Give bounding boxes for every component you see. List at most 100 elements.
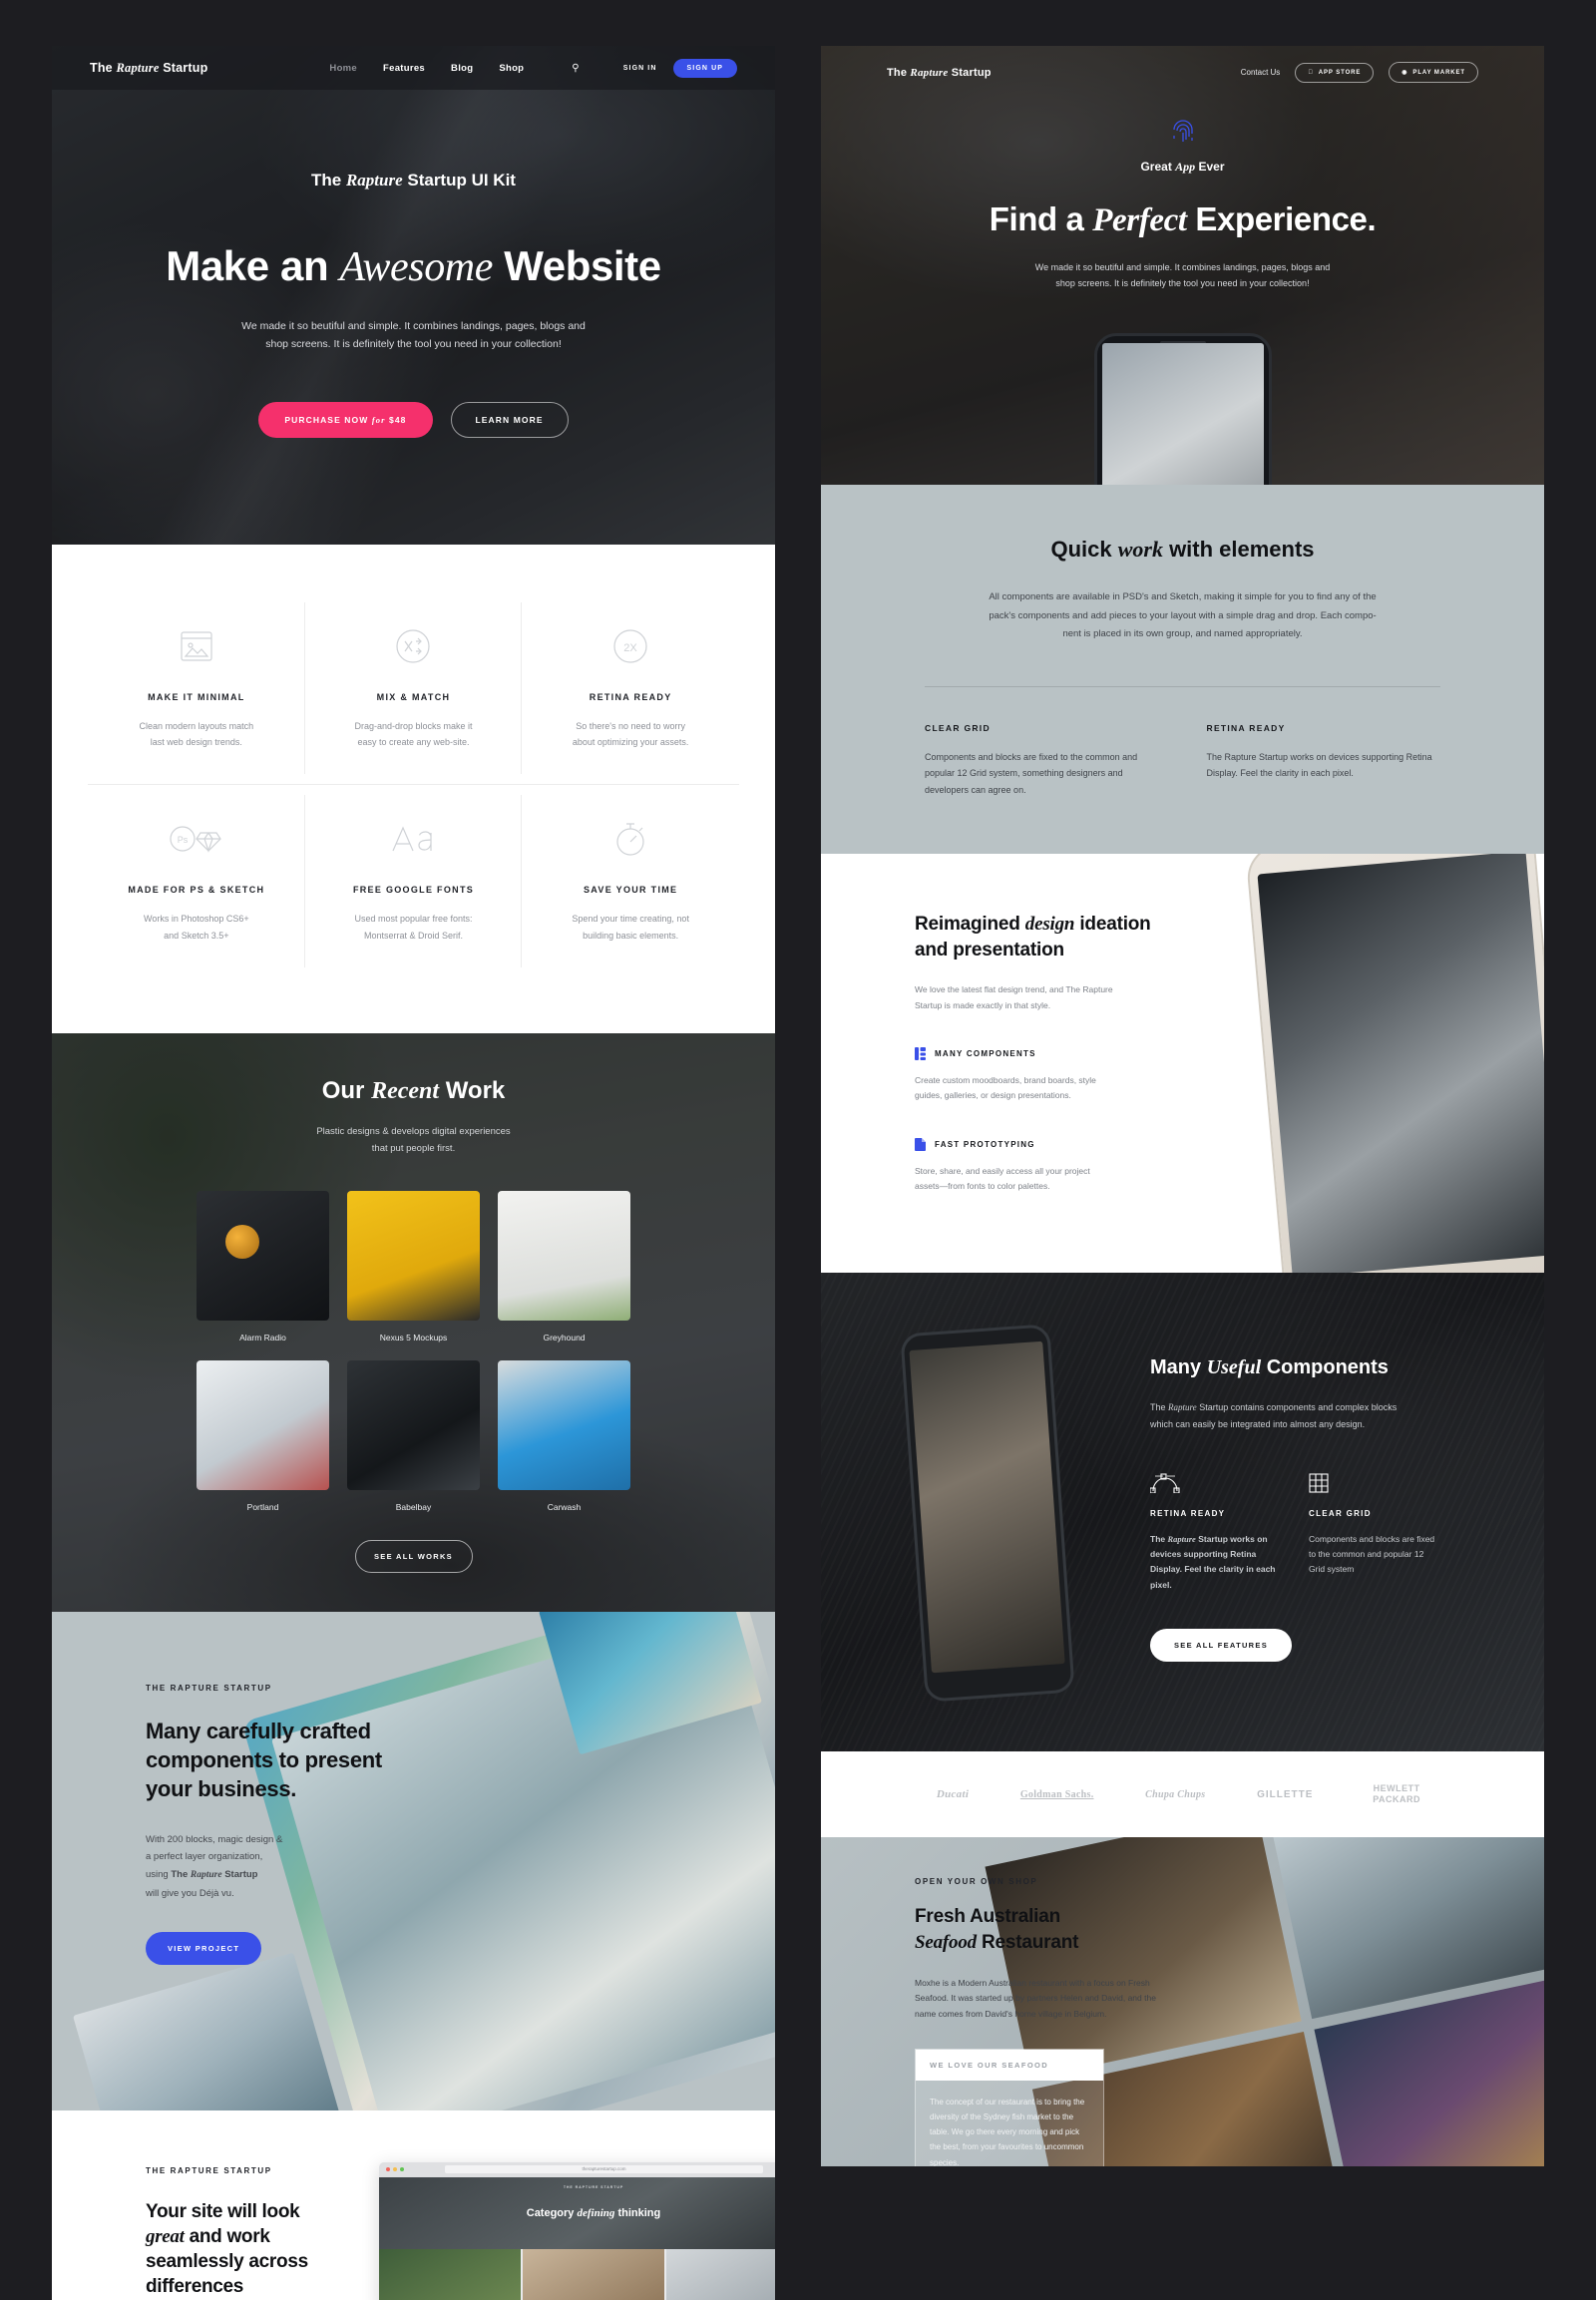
nav-item-home[interactable]: Home xyxy=(329,63,357,74)
portfolio-item[interactable]: Alarm Radio xyxy=(197,1190,329,1342)
feature-card[interactable]: SAVE YOUR TIME Spend your time creating,… xyxy=(522,785,739,976)
feature-desc: Works in Photoshop CS6+ and Sketch 3.5+ xyxy=(110,911,283,943)
bezier-curve-icon xyxy=(1149,1473,1283,1494)
portfolio-item[interactable]: Babelbay xyxy=(347,1359,480,1512)
crafted-body-l1: With 200 blocks, magic design & xyxy=(146,1833,283,1845)
purchase-now-button[interactable]: PURCHASE NOW for $48 xyxy=(258,401,433,438)
nav-auth-group: SIGN IN SIGN UP xyxy=(623,58,737,78)
responsive-section: THE RAPTURE STARTUP Your site will look … xyxy=(52,2109,775,2300)
crafted-l3-em: The xyxy=(171,1868,191,1880)
feature-desc-l2: and Sketch 3.5+ xyxy=(164,930,229,941)
reimagined-text-block: Reimagined design ideation and presentat… xyxy=(915,912,1179,1194)
main-navbar: The Rapture Startup Home Features Blog S… xyxy=(52,46,775,90)
nav-item-features[interactable]: Features xyxy=(383,63,425,74)
logo2-pre: The xyxy=(887,66,911,79)
portfolio-item[interactable]: Carwash xyxy=(498,1359,630,1512)
right-page-column: The Rapture Startup Contact Us  APP STO… xyxy=(821,46,1544,2167)
components-panel-icon xyxy=(915,1046,926,1060)
feature-card[interactable]: Ps MADE FOR PS & SKETCH Works in Photosh… xyxy=(88,785,305,976)
feature-desc-l1: So there's no need to worry xyxy=(576,721,686,731)
useful-column: CLEAR GRID Components and blocks are fix… xyxy=(1309,1473,1441,1593)
reimagined-feature: MANY COMPONENTS Create custom moodboards… xyxy=(915,1046,1179,1104)
work-subtitle-l2: that put people first. xyxy=(371,1142,456,1154)
portfolio-caption: Babelbay xyxy=(395,1501,432,1512)
features-grid-row-2: Ps MADE FOR PS & SKETCH Works in Photosh… xyxy=(88,785,739,976)
sign-up-button[interactable]: SIGN UP xyxy=(672,58,737,78)
reimagined-design-section: Reimagined design ideation and presentat… xyxy=(821,854,1544,1274)
see-all-works-button[interactable]: SEE ALL WORKS xyxy=(354,1539,473,1573)
seafood-body-l2: Seafood. It was started up by partners H… xyxy=(915,1993,1156,2004)
logo2-post: Startup xyxy=(948,66,992,79)
quick-columns: CLEAR GRID Components and blocks are fix… xyxy=(925,723,1440,799)
useful-col-text: The Rapture Startup works on devices sup… xyxy=(1150,1532,1283,1593)
document-icon xyxy=(915,1137,926,1151)
quick-column: CLEAR GRID Components and blocks are fix… xyxy=(925,723,1159,799)
browser-thumb xyxy=(666,2248,775,2300)
feature-card[interactable]: MAKE IT MINIMAL Clean modern layouts mat… xyxy=(88,592,305,786)
svg-text:Ps: Ps xyxy=(178,835,189,845)
feature-desc-l2: about optimizing your assets. xyxy=(572,737,689,748)
features-section: MAKE IT MINIMAL Clean modern layouts mat… xyxy=(52,545,775,1033)
browser-url-bar[interactable]: therapturestartup.com xyxy=(445,2165,763,2174)
feature-card[interactable]: MIX & MATCH Drag-and-drop blocks make it… xyxy=(304,592,523,786)
portfolio-item[interactable]: Greyhound xyxy=(498,1190,630,1342)
browser-maximize-dot[interactable] xyxy=(400,2167,404,2172)
contact-us-link[interactable]: Contact Us xyxy=(1241,68,1281,77)
seafood-title-l1: Fresh Australian xyxy=(915,1906,1061,1928)
logo2-em: Rapture xyxy=(910,66,949,79)
nav-item-shop[interactable]: Shop xyxy=(499,63,524,74)
useful-body-l2: which can easily be integrated into almo… xyxy=(1150,1419,1366,1430)
learn-more-button[interactable]: LEARN MORE xyxy=(450,401,569,438)
feature-card[interactable]: 2X RETINA READY So there's no need to wo… xyxy=(522,592,739,786)
nav-item-blog[interactable]: Blog xyxy=(451,63,473,74)
phone-mockup-hero xyxy=(1093,333,1272,485)
hero-section-perfect-experience: The Rapture Startup Contact Us  APP STO… xyxy=(821,46,1544,485)
app-nav-actions: Contact Us  APP STORE ◉ PLAY MARKET xyxy=(1241,62,1478,83)
app-navbar: The Rapture Startup Contact Us  APP STO… xyxy=(821,62,1544,83)
feature-card[interactable]: FREE GOOGLE FONTS Used most popular free… xyxy=(305,785,523,976)
view-project-button[interactable]: VIEW PROJECT xyxy=(146,1932,262,1966)
feature-title: FREE GOOGLE FONTS xyxy=(352,885,475,896)
browser-minimize-dot[interactable] xyxy=(393,2167,397,2172)
useful-col-title: CLEAR GRID xyxy=(1309,1508,1372,1518)
feature-desc: Clean modern layouts match last web desi… xyxy=(110,718,283,750)
seafood-eyebrow: OPEN YOUR OWN SHOP xyxy=(915,1877,1038,1887)
quick-title-post: with elements xyxy=(1162,537,1315,562)
hero2-subtitle: We made it so beutiful and simple. It co… xyxy=(821,259,1544,291)
portfolio-grid: Alarm Radio Nexus 5 Mockups Greyhound Po… xyxy=(52,1190,775,1512)
logo-chupa-chups: Chupa Chups xyxy=(1145,1788,1206,1800)
hero-kicker-em: Rapture xyxy=(345,171,403,190)
shuffle-circle-icon xyxy=(327,622,501,670)
quick-col-text: Components and blocks are fixed to the c… xyxy=(925,751,1138,795)
portfolio-item[interactable]: Nexus 5 Mockups xyxy=(347,1190,480,1342)
app-store-button[interactable]:  APP STORE xyxy=(1295,62,1375,83)
reimagined-body: We love the latest flat design trend, an… xyxy=(915,982,1179,1013)
see-all-features-button[interactable]: SEE ALL FEATURES xyxy=(1150,1628,1293,1662)
purchase-label-em: for xyxy=(371,414,386,425)
feature-desc: Used most popular free fonts: Montserrat… xyxy=(327,911,501,943)
reimagined-feature-text: Store, share, and easily access all your… xyxy=(915,1164,1179,1195)
portfolio-item[interactable]: Portland xyxy=(197,1359,329,1512)
bh-em: defining xyxy=(577,2206,615,2219)
logo-suffix: Startup xyxy=(159,60,208,75)
reimagined-feature: FAST PROTOTYPING Store, share, and easil… xyxy=(915,1137,1179,1195)
quick-work-section: Quick work with elements All components … xyxy=(821,485,1544,855)
sign-in-link[interactable]: SIGN IN xyxy=(623,65,657,72)
site-logo[interactable]: The Rapture Startup xyxy=(90,61,207,76)
hero-section-make-website: The Rapture Startup Home Features Blog S… xyxy=(52,46,775,545)
search-icon[interactable]: ⚲ xyxy=(572,63,579,74)
browser-hero-kicker: THE RAPTURE STARTUP xyxy=(563,2184,624,2189)
logo-prefix: The xyxy=(90,60,117,75)
phone-screen xyxy=(1101,343,1264,485)
decor-photo-bottom xyxy=(73,1952,340,2110)
play-market-button[interactable]: ◉ PLAY MARKET xyxy=(1389,62,1478,83)
browser-close-dot[interactable] xyxy=(386,2167,390,2172)
work-title: Our Recent Work xyxy=(52,1077,775,1105)
site-logo-secondary[interactable]: The Rapture Startup xyxy=(887,67,992,79)
useful-components-section: Many Useful Components The Rapture Start… xyxy=(821,1273,1544,1752)
photoshop-diamond-icon: Ps xyxy=(110,815,283,863)
crafted-l3-em2: Rapture xyxy=(190,1869,222,1880)
hero-kicker: The Rapture Startup UI Kit xyxy=(52,171,775,191)
feature-title: SAVE YOUR TIME xyxy=(583,885,678,896)
typography-aa-icon xyxy=(327,815,501,863)
